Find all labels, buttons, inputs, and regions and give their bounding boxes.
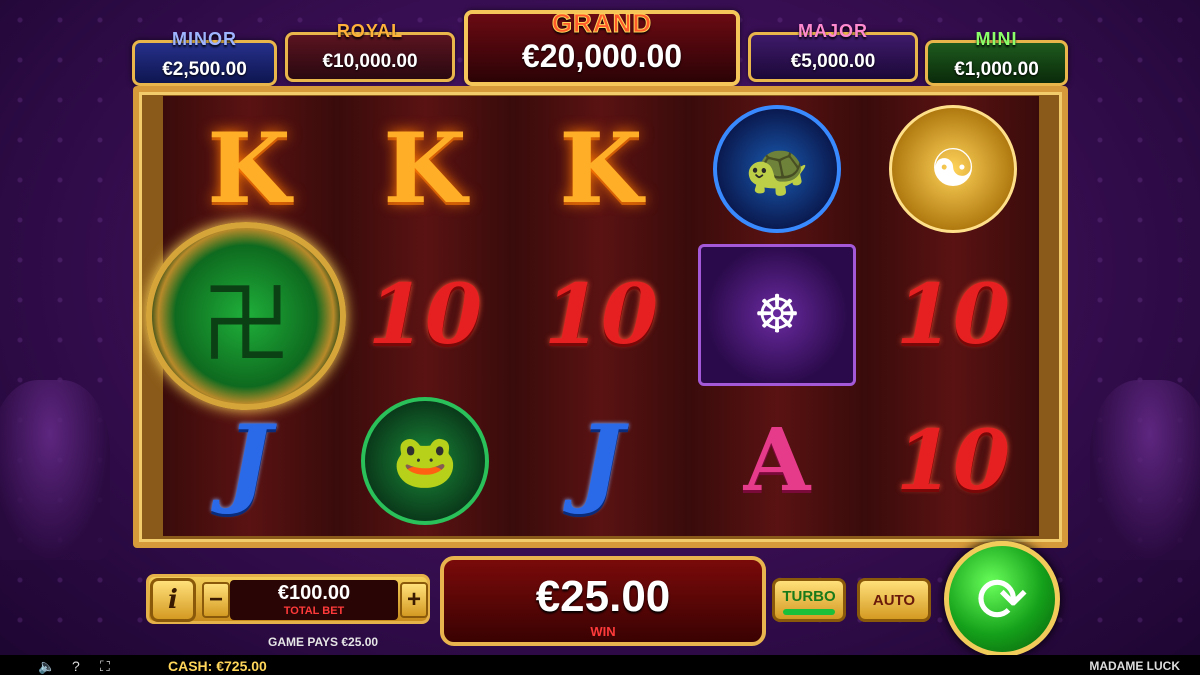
total-bet-label: TOTAL BET	[283, 605, 345, 617]
jackpot-major-name: MAJOR	[797, 21, 868, 41]
reel-3: K 10 J	[515, 96, 687, 536]
total-bet-display: €100.00 TOTAL BET	[230, 580, 398, 620]
turbo-label: TURBO	[782, 587, 836, 605]
symbol-k: K	[207, 112, 291, 225]
symbol-cell: J	[515, 388, 687, 534]
game-title: MADAME LUCK	[1089, 659, 1180, 673]
symbol-cell: 10	[339, 242, 511, 388]
reel-2: K 10 🐸	[339, 96, 511, 536]
total-bet-value: €100.00	[277, 582, 351, 604]
info-button[interactable]: i	[150, 578, 196, 622]
symbol-10: 10	[543, 267, 659, 363]
symbol-cell: 🐢	[691, 96, 863, 242]
game-pays-text: GAME PAYS €25.00	[268, 635, 379, 649]
dragon-turtle-symbol-icon: 🐢	[713, 105, 841, 233]
reel-4: 🐢 ☸ A	[691, 96, 863, 536]
symbol-10: 10	[367, 267, 483, 363]
buddha-symbol-icon: ☸	[698, 244, 856, 386]
jackpot-grand-value: €20,000.00	[521, 38, 683, 74]
fullscreen-icon[interactable]: ⛶	[100, 658, 110, 675]
jackpot-minor: MINOR €2,500.00	[132, 29, 277, 86]
jackpot-mini-value: €1,000.00	[954, 59, 1039, 80]
symbol-cell: K	[163, 96, 335, 242]
symbol-cell: K	[515, 96, 687, 242]
symbol-k: K	[559, 112, 643, 225]
jackpot-minor-name: MINOR	[172, 29, 237, 49]
turbo-indicator	[783, 609, 835, 615]
toad-symbol-icon: 🐸	[361, 397, 489, 525]
left-dragon-statue	[0, 380, 110, 560]
symbol-10: 10	[895, 413, 1011, 509]
jackpot-major: MAJOR €5,000.00	[748, 21, 918, 82]
symbol-10: 10	[895, 267, 1011, 363]
symbol-cell: ☯	[867, 96, 1039, 242]
symbol-j: J	[578, 404, 624, 517]
bet-increase-button[interactable]: +	[400, 582, 428, 618]
symbol-cell: 10	[867, 388, 1039, 534]
win-label: WIN	[590, 624, 616, 639]
jackpot-mini: MINI €1,000.00	[925, 29, 1068, 86]
symbol-cell: ☸	[691, 242, 863, 388]
lucky-coins-symbol-icon: ☯	[889, 105, 1017, 233]
spin-button[interactable]: ⟳	[944, 541, 1060, 657]
jackpot-grand-name: GRAND	[551, 8, 653, 39]
jackpot-royal-value: €10,000.00	[322, 51, 418, 72]
jackpot-royal: ROYAL €10,000.00	[285, 21, 455, 82]
symbol-cell: 10	[515, 242, 687, 388]
symbol-cell: A	[691, 388, 863, 534]
jackpot-grand: GRAND €20,000.00	[464, 8, 740, 86]
refresh-icon: ⟳	[976, 565, 1028, 635]
jackpot-royal-name: ROYAL	[336, 21, 404, 41]
right-dragon-statue	[1090, 380, 1200, 560]
cash-balance: CASH: €725.00	[168, 658, 267, 674]
symbol-j: J	[226, 404, 272, 517]
jackpot-major-value: €5,000.00	[790, 51, 876, 72]
symbol-cell: 10	[867, 242, 1039, 388]
auto-button[interactable]: AUTO	[857, 578, 931, 622]
symbol-a: A	[743, 410, 811, 511]
turbo-button[interactable]: TURBO	[772, 578, 846, 622]
jackpot-mini-name: MINI	[975, 29, 1018, 49]
symbol-k: K	[383, 112, 467, 225]
symbol-cell: K	[339, 96, 511, 242]
help-icon[interactable]: ?	[72, 658, 80, 674]
sound-mute-icon[interactable]: 🔈	[38, 658, 55, 675]
symbol-cell: 🐸	[339, 388, 511, 534]
jade-coin-symbol-icon: 卍	[146, 222, 346, 410]
jackpot-minor-value: €2,500.00	[162, 59, 247, 80]
win-value: €25.00	[535, 572, 671, 621]
win-display: €25.00 WIN	[440, 556, 766, 646]
bet-decrease-button[interactable]: −	[202, 582, 230, 618]
reel-5: ☯ 10 10	[867, 96, 1039, 536]
